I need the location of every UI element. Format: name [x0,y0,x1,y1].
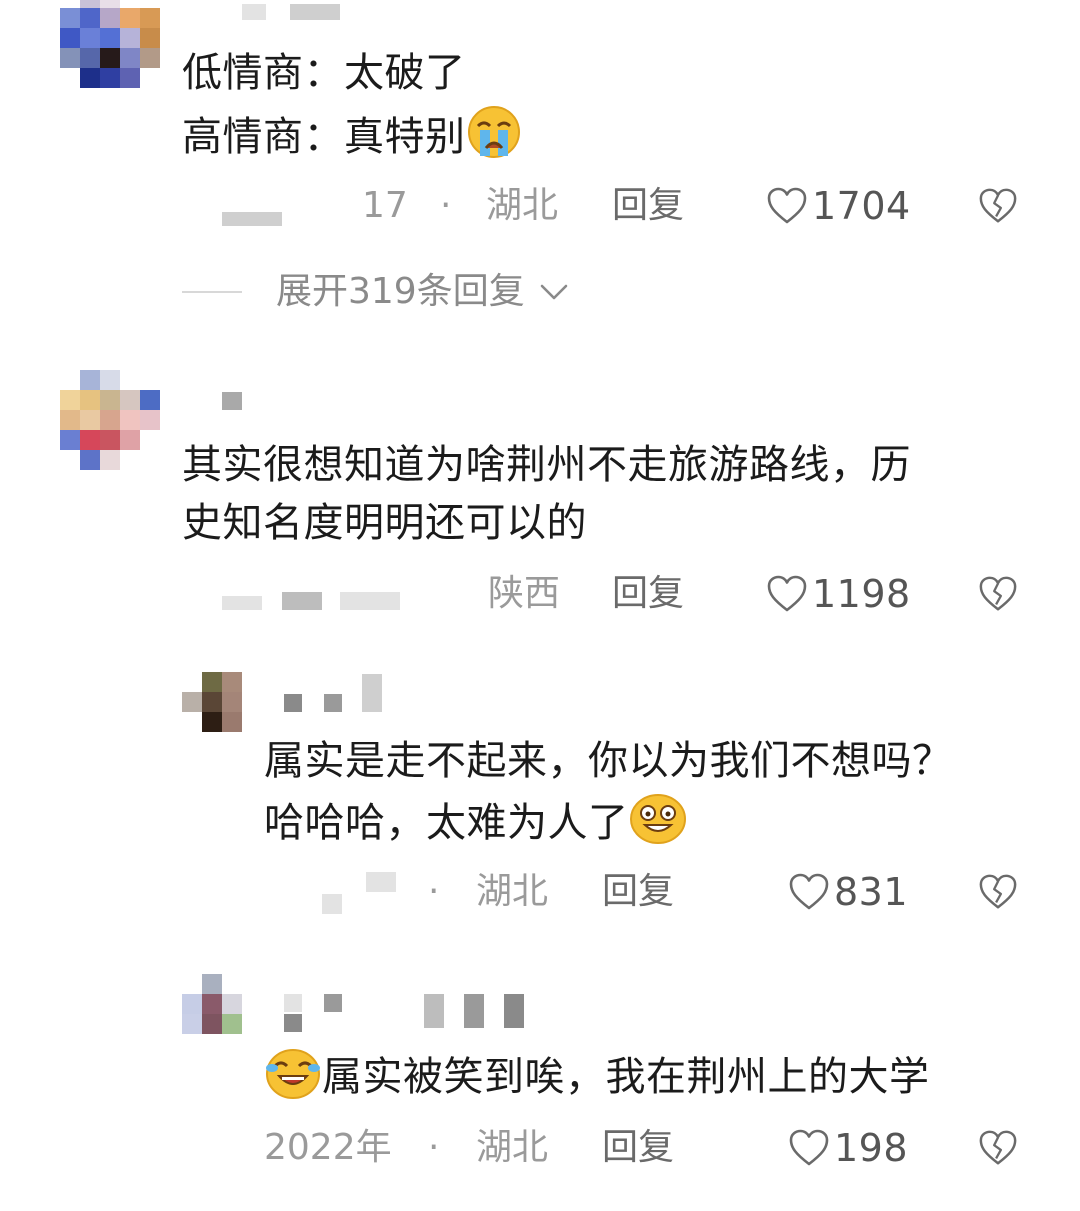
like-count: 1704 [812,184,911,228]
username-redacted[interactable] [324,694,342,712]
like-button[interactable]: 1198 [766,572,911,616]
username-redacted[interactable] [464,994,484,1028]
like-button[interactable]: 831 [788,870,908,914]
avatar[interactable] [60,0,160,88]
username-redacted[interactable] [284,1014,302,1032]
avatar[interactable] [182,672,242,732]
reply-button[interactable]: 回复 [612,184,684,228]
heart-icon [789,873,829,910]
broken-heart-icon[interactable] [978,872,1018,912]
username-redacted[interactable] [284,994,302,1012]
reply-location: 湖北 [476,871,549,912]
like-button[interactable]: 198 [788,1126,908,1170]
crying-face-icon [466,104,522,176]
like-button[interactable]: 1704 [766,184,911,228]
meta-separator: · [428,871,440,912]
username-redacted[interactable] [504,994,524,1028]
comment-location: 湖北 [486,185,559,226]
username-redacted[interactable] [362,674,382,712]
username-redacted[interactable] [284,694,302,712]
like-count: 198 [834,1126,909,1170]
username-redacted[interactable] [290,4,340,20]
date-redacted [222,596,262,610]
heart-icon [767,575,807,612]
laughing-crying-face-icon [264,1046,322,1116]
heart-icon [767,187,807,224]
date-redacted [222,212,282,226]
reply-text-line: 属实是走不起来，你以为我们不想吗？ [264,738,953,784]
comment-text-line: 其实很想知道为啥荆州不走旅游路线，历 [182,442,911,488]
avatar[interactable] [60,370,160,470]
meta-separator: · [428,1127,440,1168]
broken-heart-icon[interactable] [978,1128,1018,1168]
divider-line [182,291,242,293]
grinning-face-icon [629,792,687,862]
reply-text-line: 哈哈哈，太难为人了 [264,792,687,862]
username-redacted[interactable] [424,994,444,1028]
comment-text-line: 低情商：太破了 [182,50,466,96]
reply-button[interactable]: 回复 [612,572,684,616]
comment-date: 17 [362,185,408,226]
reply-text-line: 属实被笑到唉，我在荆州上的大学 [264,1046,930,1116]
reply-button[interactable]: 回复 [602,870,674,914]
reply-date: 2022年 [264,1127,392,1168]
reply-location: 湖北 [476,1127,549,1168]
comment-text-line: 高情商：真特别 [182,104,522,176]
like-count: 831 [834,870,909,914]
username-redacted[interactable] [324,994,342,1012]
heart-icon [789,1129,829,1166]
broken-heart-icon[interactable] [978,186,1018,226]
comment-location: 陕西 [488,573,561,614]
username-redacted[interactable] [242,4,266,20]
reply-button[interactable]: 回复 [602,1126,674,1170]
comment-text-line: 史知名度明明还可以的 [182,500,587,546]
like-count: 1198 [812,572,911,616]
chevron-down-icon [540,284,568,300]
username-redacted[interactable] [222,392,242,410]
broken-heart-icon[interactable] [978,574,1018,614]
expand-replies-label: 展开319条回复 [276,271,525,312]
avatar[interactable] [182,974,242,1034]
date-redacted [340,592,400,610]
meta-separator: · [440,185,452,226]
date-redacted [366,872,396,892]
expand-replies-button[interactable]: 展开319条回复 [182,270,569,314]
date-redacted [282,592,322,610]
date-redacted [322,894,342,914]
